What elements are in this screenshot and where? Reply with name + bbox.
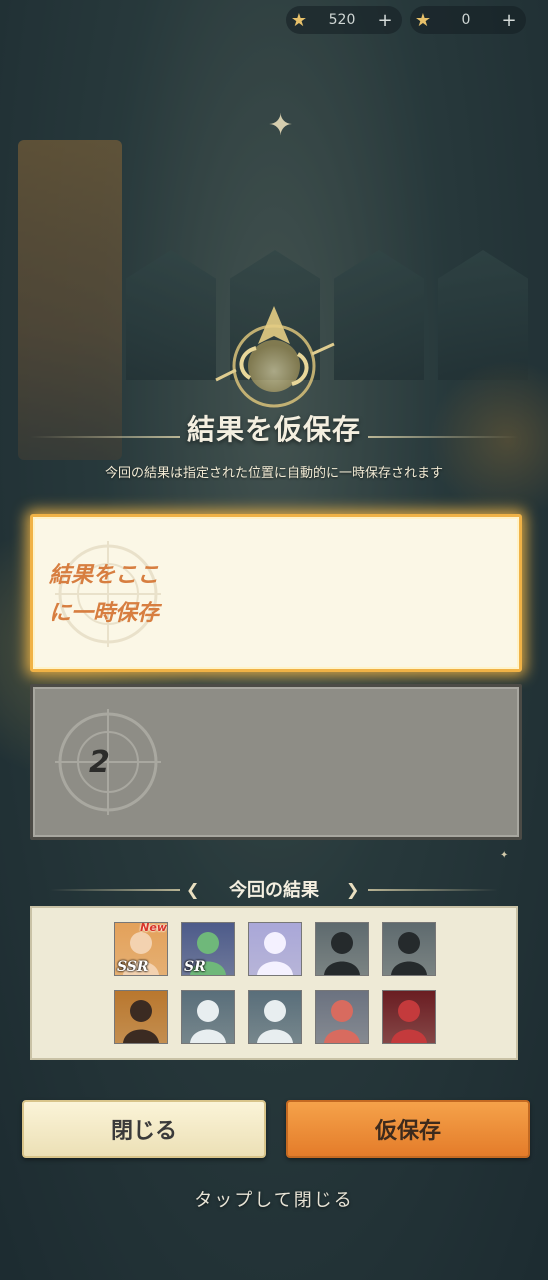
character-card[interactable] xyxy=(181,990,235,1044)
character-card[interactable] xyxy=(315,922,369,976)
save-slot-2[interactable]: 2 xyxy=(30,684,522,840)
character-card[interactable]: SSR New xyxy=(114,922,168,976)
sparkle-icon: ✦ xyxy=(268,108,294,143)
character-portrait-icon xyxy=(190,1000,226,1043)
slot-hint: 結果をここ に一時保存 xyxy=(49,557,159,633)
currency-value: 520 xyxy=(328,12,356,28)
character-card[interactable] xyxy=(114,990,168,1044)
close-button[interactable]: 閉じる xyxy=(22,1100,266,1158)
tap-to-close-hint[interactable]: タップして閉じる xyxy=(0,1186,548,1212)
currency-tickets[interactable]: ★ 0 + xyxy=(410,6,526,34)
temp-save-button[interactable]: 仮保存 xyxy=(286,1100,530,1158)
close-button-label: 閉じる xyxy=(110,1119,177,1144)
temp-save-button-label: 仮保存 xyxy=(374,1119,441,1144)
slot-hint-line: に一時保存 xyxy=(49,601,160,626)
character-portrait-icon xyxy=(324,932,360,975)
results-grid: SSR New SR xyxy=(114,922,436,1044)
new-badge: New xyxy=(140,922,167,934)
slot-hint-line: 結果をここ xyxy=(49,563,160,588)
character-portrait-icon xyxy=(391,932,427,975)
character-portrait-icon xyxy=(257,932,293,975)
results-panel: SSR New SR xyxy=(30,906,518,1060)
character-card[interactable] xyxy=(382,922,436,976)
sparkle-icon: ✦ xyxy=(500,850,509,861)
star-ticket-icon: ★ xyxy=(414,9,432,31)
character-card[interactable] xyxy=(315,990,369,1044)
character-portrait-icon xyxy=(324,1000,360,1043)
character-portrait-icon xyxy=(257,1000,293,1043)
results-heading: 今回の結果 xyxy=(229,880,319,901)
rarity-label: SSR xyxy=(117,959,149,975)
currency-gems[interactable]: ★ 520 + xyxy=(286,6,402,34)
character-card[interactable] xyxy=(248,922,302,976)
rarity-label: SR xyxy=(184,959,206,975)
character-card[interactable] xyxy=(248,990,302,1044)
save-slot-1[interactable]: 結果をここ に一時保存 xyxy=(30,514,522,672)
add-currency-button[interactable]: + xyxy=(498,10,520,31)
add-currency-button[interactable]: + xyxy=(374,10,396,31)
dialog-subtitle: 今回の結果は指定された位置に自動的に一時保存されます xyxy=(104,466,443,481)
currency-value: 0 xyxy=(461,12,471,28)
character-card[interactable] xyxy=(382,990,436,1044)
character-card[interactable]: SR xyxy=(181,922,235,976)
character-portrait-icon xyxy=(391,1000,427,1043)
compass-emblem-icon xyxy=(215,306,335,408)
dialog-title: 結果を仮保存 xyxy=(186,413,361,446)
character-portrait-icon xyxy=(123,1000,159,1043)
star-gem-icon: ★ xyxy=(290,9,308,31)
slot-number: 2 xyxy=(89,745,110,780)
